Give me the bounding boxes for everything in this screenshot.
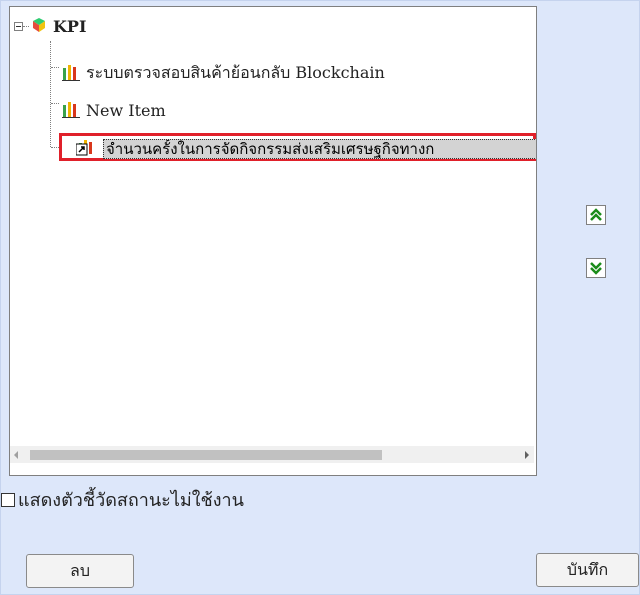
- linked-chart-icon: [76, 140, 92, 156]
- show-inactive-option[interactable]: แสดงตัวชี้วัดสถานะไม่ใช้งาน: [1, 485, 244, 514]
- tree-connector: [51, 147, 59, 148]
- tree-item[interactable]: ระบบตรวจสอบสินค้าย้อนกลับ Blockchain: [60, 60, 385, 86]
- bar-chart-icon: [62, 102, 80, 118]
- tree-item-label: New Item: [86, 100, 166, 120]
- scrollbar-thumb[interactable]: [30, 450, 382, 460]
- tree-root-label: KPI: [53, 16, 87, 36]
- tree-connector: [50, 41, 51, 147]
- tree-connector: [51, 67, 59, 68]
- kpi-tree-panel[interactable]: KPI ระบบตรวจสอบสินค้าย้อนกลับ Blockchain…: [9, 6, 537, 476]
- move-up-button[interactable]: [586, 205, 606, 225]
- tree-item[interactable]: New Item: [60, 97, 166, 123]
- kpi-root-icon: [33, 18, 45, 32]
- tree-root-node[interactable]: KPI: [14, 13, 86, 39]
- show-inactive-checkbox[interactable]: [1, 492, 15, 507]
- tree-connector: [51, 103, 59, 104]
- delete-button[interactable]: ลบ: [26, 554, 134, 588]
- double-chevron-up-icon: [590, 208, 602, 221]
- show-inactive-label: แสดงตัวชี้วัดสถานะไม่ใช้งาน: [18, 490, 244, 511]
- scroll-right-icon[interactable]: [525, 451, 529, 459]
- tree-item-label: ระบบตรวจสอบสินค้าย้อนกลับ Blockchain: [86, 62, 385, 82]
- horizontal-scrollbar[interactable]: [10, 446, 534, 463]
- move-down-button[interactable]: [586, 258, 606, 278]
- bar-chart-icon: [62, 65, 80, 81]
- collapse-icon[interactable]: [14, 21, 23, 31]
- double-chevron-down-icon: [590, 262, 602, 275]
- save-button[interactable]: บันทึก: [536, 553, 639, 587]
- tree-item-label: จำนวนครั้งในการจัดกิจกรรมส่งเสริมเศรษฐกิ…: [103, 139, 536, 159]
- tree-item-selected[interactable]: จำนวนครั้งในการจัดกิจกรรมส่งเสริมเศรษฐกิ…: [59, 133, 536, 161]
- scroll-left-icon[interactable]: [14, 451, 18, 459]
